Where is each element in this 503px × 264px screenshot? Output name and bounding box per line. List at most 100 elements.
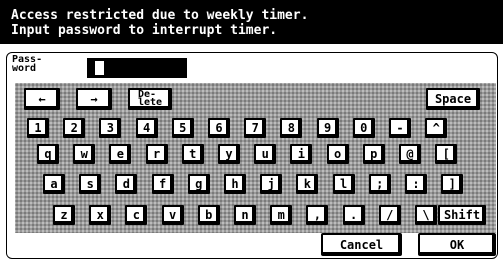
key-row1-11[interactable]: ^	[425, 118, 448, 138]
key-row2-5[interactable]: y	[218, 144, 240, 164]
key-row3-8[interactable]: l	[332, 174, 355, 194]
key-label: 3	[106, 121, 114, 135]
key-label: l	[339, 177, 348, 191]
key-row4-8[interactable]: .	[342, 205, 365, 225]
key-label: e	[116, 147, 124, 161]
key-label: 6	[215, 121, 223, 135]
key-label: 1	[34, 121, 42, 135]
space-label: Space	[434, 92, 472, 106]
text-cursor	[95, 61, 104, 75]
key-row1-5[interactable]: 6	[208, 118, 230, 138]
key-label: z	[60, 208, 68, 222]
key-row1-7[interactable]: 8	[280, 118, 303, 138]
key-row2-7[interactable]: i	[290, 144, 313, 164]
key-label: j	[267, 177, 275, 191]
key-label: \	[422, 208, 430, 222]
key-label: 9	[323, 121, 332, 135]
key-label: .	[349, 208, 358, 222]
key-row3-10[interactable]: :	[405, 174, 427, 194]
key-label: i	[297, 147, 305, 161]
message-line-2: Input password to interrupt timer.	[11, 23, 278, 38]
key-row2-6[interactable]: u	[254, 144, 277, 164]
key-row2-11[interactable]: [	[435, 144, 458, 164]
password-screen: Access restricted due to weekly timer. I…	[0, 0, 503, 264]
cancel-label: Cancel	[339, 237, 384, 252]
key-row2-0[interactable]: q	[37, 144, 59, 164]
key-label: x	[96, 208, 104, 222]
key-label: b	[205, 208, 213, 222]
key-row4-1[interactable]: x	[89, 205, 112, 225]
key-row1-9[interactable]: 0	[352, 118, 375, 138]
key-row1-10[interactable]: -	[389, 118, 411, 138]
key-row2-3[interactable]: r	[145, 144, 168, 164]
key-row2-1[interactable]: w	[73, 144, 96, 164]
key-row3-9[interactable]: ;	[368, 174, 391, 194]
key-label: 5	[179, 121, 187, 135]
key-row4-9[interactable]: /	[378, 205, 401, 225]
key-label: 7	[251, 121, 259, 135]
key-row3-2[interactable]: d	[115, 174, 138, 194]
key-label: w	[80, 147, 88, 161]
message-line-1: Access restricted due to weekly timer.	[11, 8, 309, 23]
key-row1-3[interactable]: 4	[135, 118, 158, 138]
key-label: [	[442, 147, 450, 161]
cursor-right-button[interactable]: →	[76, 88, 112, 110]
key-label: :	[412, 177, 420, 191]
key-label: r	[152, 147, 161, 161]
key-row3-1[interactable]: s	[79, 174, 102, 194]
password-label: Pass- word	[12, 54, 43, 74]
key-row4-3[interactable]: v	[161, 205, 184, 225]
key-row2-10[interactable]: @	[399, 144, 421, 164]
key-label: o	[333, 147, 342, 161]
key-label: m	[277, 208, 285, 222]
key-label: v	[168, 208, 177, 222]
cancel-button[interactable]: Cancel	[321, 233, 402, 256]
key-row2-4[interactable]: t	[181, 144, 204, 164]
right-arrow-icon: →	[90, 92, 98, 106]
key-label: 8	[287, 121, 295, 135]
key-row1-0[interactable]: 1	[27, 118, 49, 138]
ok-button[interactable]: OK	[418, 233, 496, 256]
key-row3-5[interactable]: h	[224, 174, 246, 194]
cursor-left-button[interactable]: ←	[24, 88, 60, 110]
key-row4-6[interactable]: m	[270, 205, 293, 225]
key-row4-0[interactable]: z	[53, 205, 75, 225]
key-label: t	[189, 147, 197, 161]
shift-button[interactable]: Shift	[438, 205, 486, 225]
key-label: f	[158, 177, 167, 191]
key-row4-5[interactable]: n	[234, 205, 256, 225]
key-row1-1[interactable]: 2	[63, 118, 86, 138]
key-row3-11[interactable]: ]	[441, 174, 464, 194]
key-label: a	[50, 177, 58, 191]
key-row1-8[interactable]: 9	[316, 118, 339, 138]
key-row1-2[interactable]: 3	[99, 118, 122, 138]
key-label: k	[303, 177, 311, 191]
space-button[interactable]: Space	[426, 88, 480, 110]
key-row3-4[interactable]: g	[187, 174, 210, 194]
key-row1-6[interactable]: 7	[244, 118, 267, 138]
key-label: h	[231, 177, 239, 191]
key-row4-10[interactable]: \	[415, 205, 437, 225]
key-row3-3[interactable]: f	[151, 174, 174, 194]
key-row1-4[interactable]: 5	[171, 118, 194, 138]
key-row3-6[interactable]: j	[260, 174, 283, 194]
key-row2-2[interactable]: e	[109, 144, 132, 164]
key-row4-4[interactable]: b	[197, 205, 220, 225]
key-label: 0	[360, 121, 368, 135]
key-label: ;	[376, 177, 384, 191]
key-row4-7[interactable]: ,	[306, 205, 329, 225]
key-row3-7[interactable]: k	[296, 174, 319, 194]
key-row3-0[interactable]: a	[43, 174, 65, 194]
key-label: y	[225, 147, 233, 161]
delete-button[interactable]: De- lete	[128, 88, 172, 110]
key-label: s	[86, 177, 94, 191]
key-row2-8[interactable]: o	[326, 144, 349, 164]
key-label: g	[195, 177, 203, 191]
key-row2-9[interactable]: p	[362, 144, 385, 164]
key-label: d	[122, 177, 130, 191]
key-label: @	[406, 147, 414, 161]
key-label: ,	[313, 208, 321, 222]
message-banner: Access restricted due to weekly timer. I…	[0, 0, 503, 44]
key-row4-2[interactable]: c	[125, 205, 148, 225]
key-label: 4	[142, 121, 151, 135]
